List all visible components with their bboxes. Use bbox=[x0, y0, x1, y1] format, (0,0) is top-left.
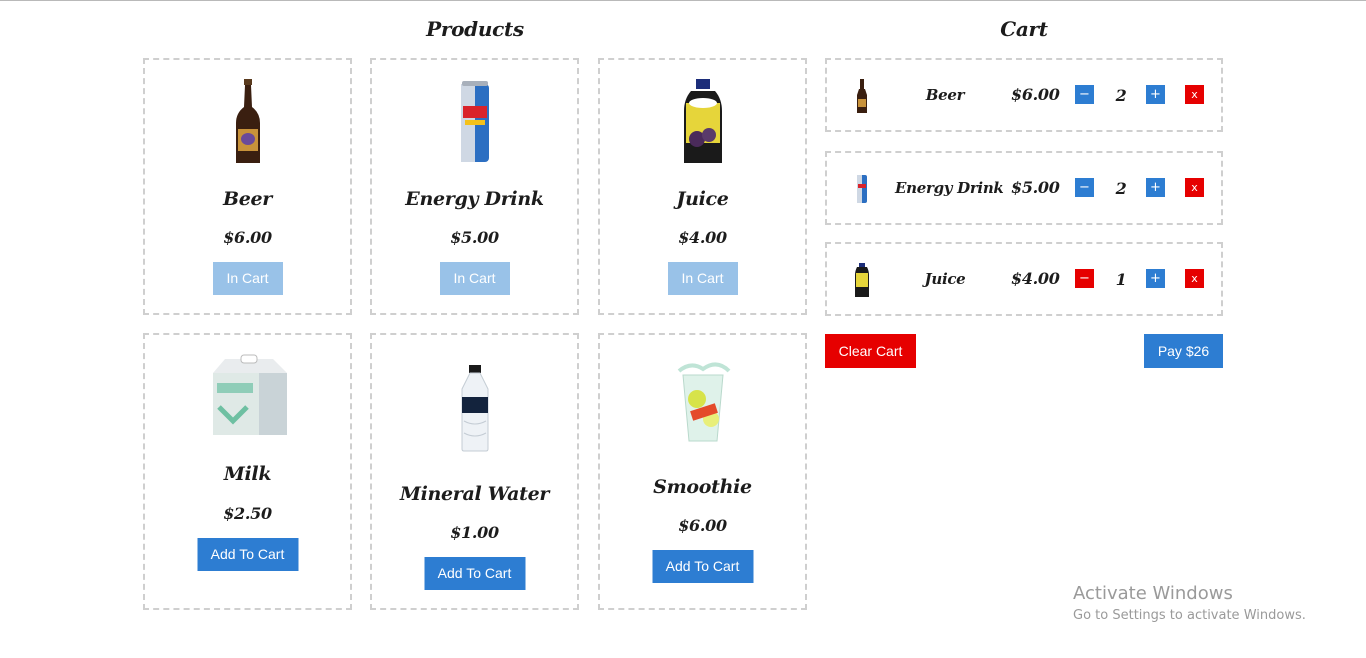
decrease-quantity-button[interactable]: − bbox=[1075, 269, 1094, 288]
cart-item-name: Juice bbox=[924, 270, 966, 288]
cart-item-price: $5.00 bbox=[1011, 178, 1060, 197]
cart-item-name: Energy Drink bbox=[895, 179, 1004, 197]
cart-heading: Cart bbox=[1000, 17, 1048, 41]
remove-item-button[interactable]: x bbox=[1185, 178, 1204, 197]
milk-box-image bbox=[145, 351, 350, 443]
product-name: Juice bbox=[676, 188, 729, 210]
product-price: $2.50 bbox=[223, 504, 272, 523]
cart-item-name: Beer bbox=[925, 86, 965, 104]
product-price: $6.00 bbox=[678, 516, 727, 535]
decrease-quantity-button[interactable]: − bbox=[1075, 178, 1094, 197]
pay-button[interactable]: Pay $26 bbox=[1144, 334, 1223, 368]
in-cart-button[interactable]: In Cart bbox=[667, 262, 738, 295]
product-name: Energy Drink bbox=[405, 188, 544, 210]
activate-windows-subtitle: Go to Settings to activate Windows. bbox=[1073, 608, 1306, 623]
product-name: Milk bbox=[223, 463, 272, 485]
cart-item-quantity: 1 bbox=[1115, 270, 1127, 289]
cart-item-energy-drink: Energy Drink $5.00 − 2 + x bbox=[825, 151, 1223, 225]
activate-windows-title: Activate Windows bbox=[1073, 583, 1233, 604]
product-card-milk: Milk $2.50 Add To Cart bbox=[143, 333, 352, 610]
smoothie-cup-image bbox=[600, 355, 805, 447]
products-heading: Products bbox=[426, 17, 524, 41]
in-cart-button[interactable]: In Cart bbox=[439, 262, 510, 295]
product-name: Mineral Water bbox=[399, 483, 550, 505]
juice-bottle-thumbnail bbox=[851, 262, 873, 298]
water-bottle-image bbox=[372, 361, 577, 455]
beer-bottle-image bbox=[145, 74, 350, 170]
energy-drink-can-thumbnail bbox=[851, 171, 873, 207]
increase-quantity-button[interactable]: + bbox=[1146, 178, 1165, 197]
product-card-juice: Juice $4.00 In Cart bbox=[598, 58, 807, 315]
increase-quantity-button[interactable]: + bbox=[1146, 269, 1165, 288]
cart-item-quantity: 2 bbox=[1115, 179, 1127, 198]
increase-quantity-button[interactable]: + bbox=[1146, 85, 1165, 104]
product-name: Beer bbox=[222, 188, 273, 210]
beer-bottle-thumbnail bbox=[851, 78, 873, 114]
product-price: $5.00 bbox=[450, 228, 499, 247]
energy-drink-can-image bbox=[372, 74, 577, 170]
juice-bottle-image bbox=[600, 74, 805, 170]
cart-item-quantity: 2 bbox=[1115, 86, 1127, 105]
decrease-quantity-button[interactable]: − bbox=[1075, 85, 1094, 104]
cart-item-price: $6.00 bbox=[1011, 85, 1060, 104]
cart-item-juice: Juice $4.00 − 1 + x bbox=[825, 242, 1223, 316]
product-card-beer: Beer $6.00 In Cart bbox=[143, 58, 352, 315]
product-name: Smoothie bbox=[653, 476, 752, 498]
add-to-cart-button[interactable]: Add To Cart bbox=[652, 550, 753, 583]
product-card-mineral-water: Mineral Water $1.00 Add To Cart bbox=[370, 333, 579, 610]
in-cart-button[interactable]: In Cart bbox=[212, 262, 283, 295]
add-to-cart-button[interactable]: Add To Cart bbox=[197, 538, 298, 571]
product-price: $4.00 bbox=[678, 228, 727, 247]
product-price: $1.00 bbox=[450, 523, 499, 542]
product-card-smoothie: Smoothie $6.00 Add To Cart bbox=[598, 333, 807, 610]
remove-item-button[interactable]: x bbox=[1185, 269, 1204, 288]
product-price: $6.00 bbox=[223, 228, 272, 247]
cart-item-beer: Beer $6.00 − 2 + x bbox=[825, 58, 1223, 132]
remove-item-button[interactable]: x bbox=[1185, 85, 1204, 104]
product-card-energy-drink: Energy Drink $5.00 In Cart bbox=[370, 58, 579, 315]
add-to-cart-button[interactable]: Add To Cart bbox=[424, 557, 525, 590]
cart-item-price: $4.00 bbox=[1011, 269, 1060, 288]
clear-cart-button[interactable]: Clear Cart bbox=[825, 334, 916, 368]
